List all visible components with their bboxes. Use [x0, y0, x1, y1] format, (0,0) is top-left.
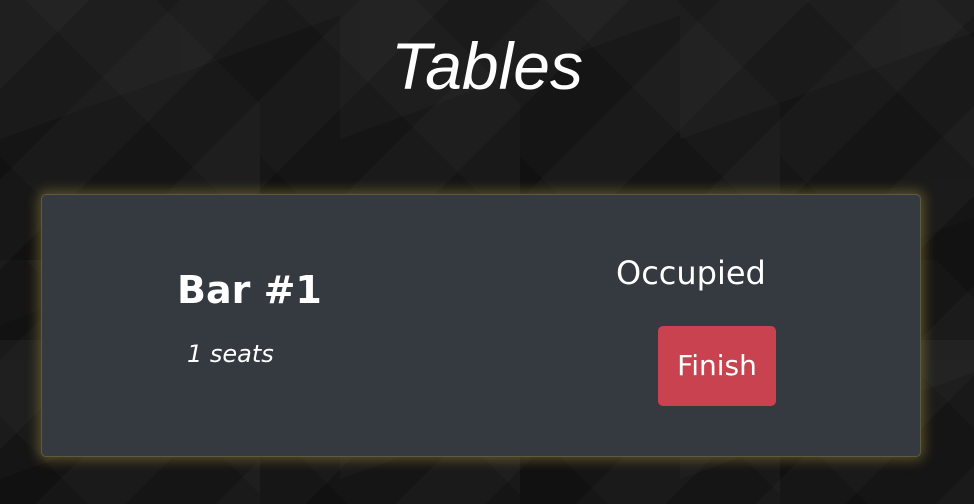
page-title: Tables: [390, 29, 584, 103]
table-status: Occupied: [616, 254, 766, 292]
table-name: Bar #1: [177, 268, 322, 312]
finish-button[interactable]: Finish: [658, 326, 776, 406]
table-seats: 1 seats: [187, 340, 274, 368]
table-card: Bar #1 1 seats Occupied Finish: [41, 194, 921, 457]
